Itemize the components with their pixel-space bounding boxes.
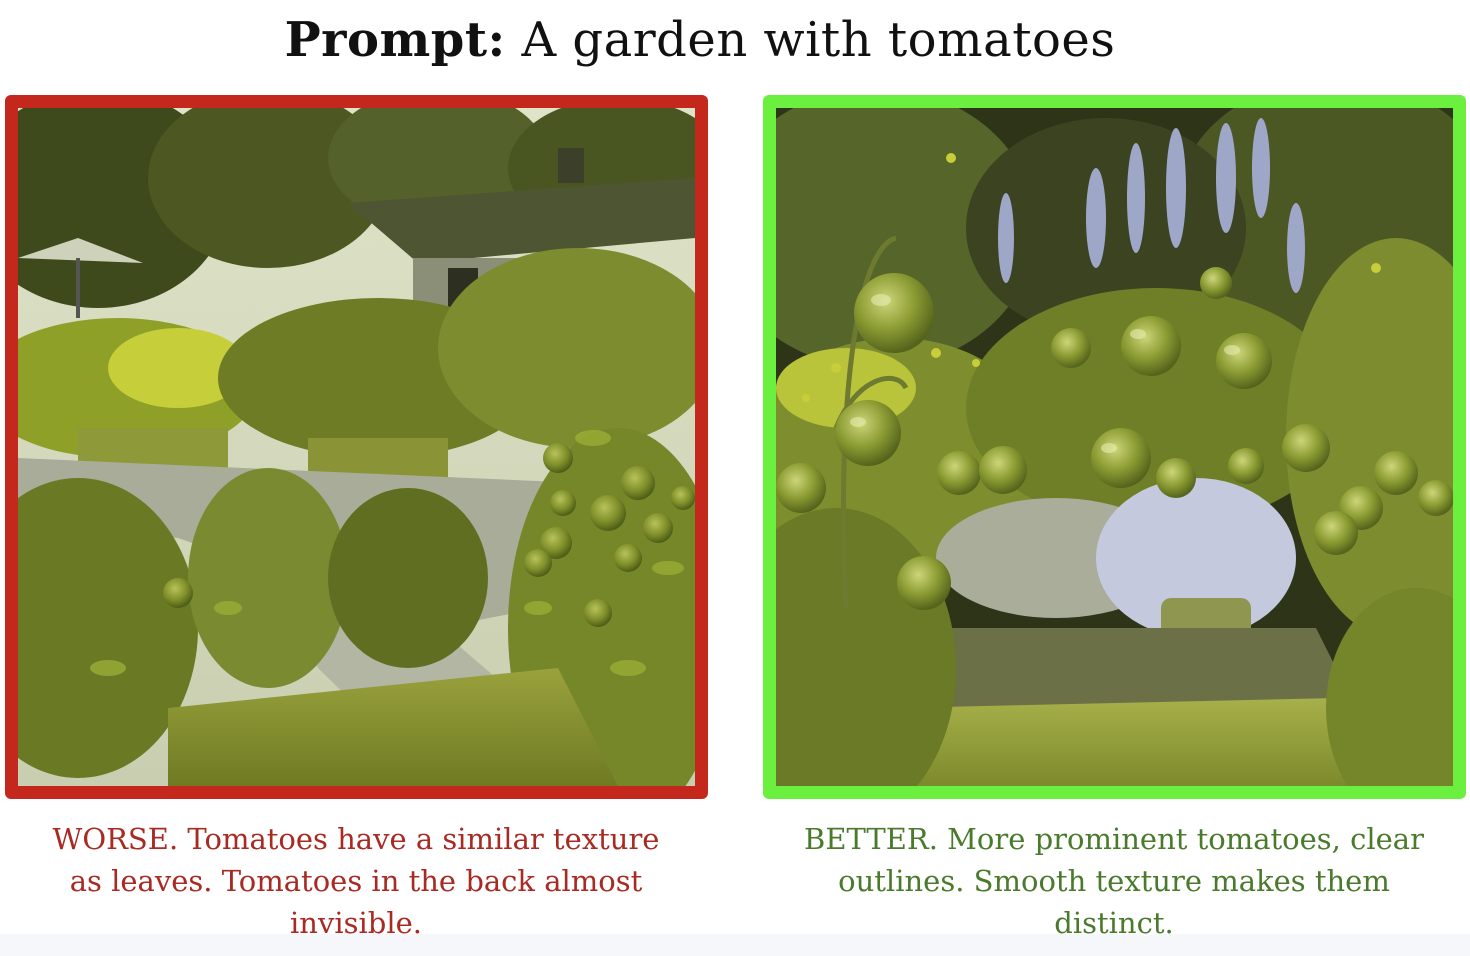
worse-garden-image (18, 108, 695, 786)
bottom-strip (0, 934, 1470, 956)
better-garden-image (776, 108, 1453, 786)
prompt-title: Prompt: A garden with tomatoes (0, 12, 1400, 68)
better-caption: BETTER. More prominent tomatoes, clear o… (804, 822, 1424, 940)
worse-caption: WORSE. Tomatoes have a similar texture a… (52, 822, 660, 940)
prompt-text: A garden with tomatoes (521, 12, 1116, 68)
prompt-label: Prompt: (284, 12, 506, 68)
better-image-panel (763, 95, 1466, 799)
worse-image-panel (5, 95, 708, 799)
